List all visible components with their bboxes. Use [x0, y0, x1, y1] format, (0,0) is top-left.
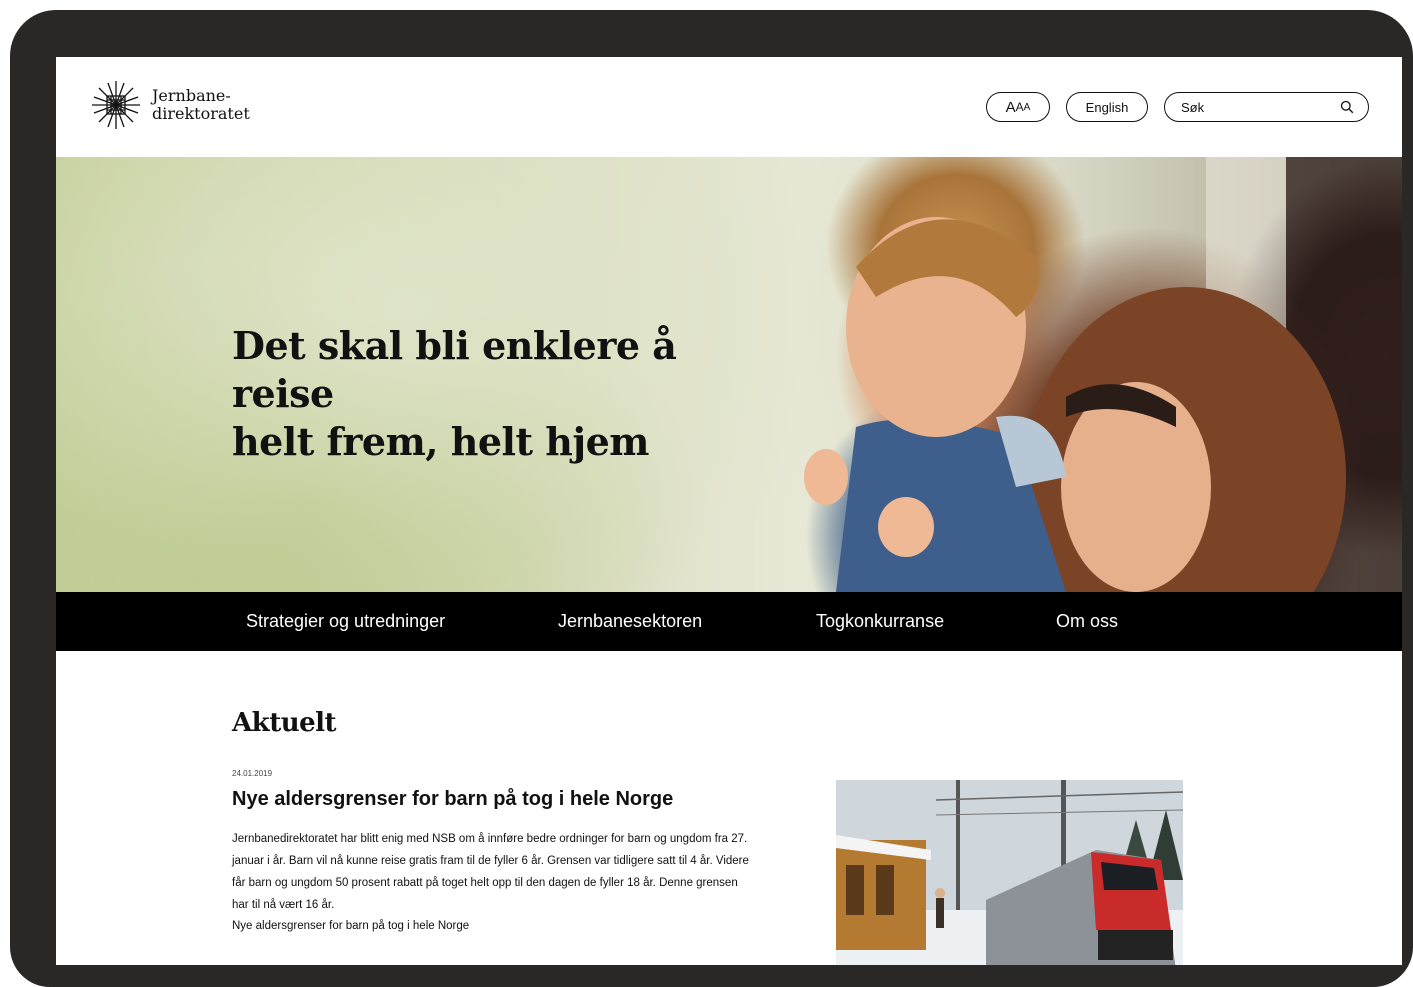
hero-banner: Det skal bli enklere å reise helt frem, …: [56, 157, 1402, 592]
text-size-button[interactable]: AAA: [986, 92, 1050, 122]
language-label: English: [1085, 99, 1129, 115]
news-read-more-link[interactable]: Nye aldersgrenser for barn på tog i hele…: [232, 915, 469, 937]
language-button[interactable]: English: [1066, 92, 1148, 122]
nav-item-togkonkurranse[interactable]: Togkonkurranse: [816, 592, 944, 651]
search-input[interactable]: Søk: [1181, 100, 1204, 115]
train-station-photo: [836, 780, 1183, 965]
text-size-large-a: A: [1005, 98, 1016, 116]
news-body: Jernbanedirektoratet har blitt enig med …: [232, 833, 749, 911]
site-logo[interactable]: Jernbane- direktoratet: [90, 79, 250, 131]
logo-wordmark: Jernbane- direktoratet: [152, 87, 250, 123]
text-size-small-a: A: [1023, 101, 1031, 113]
main-navigation: Strategier og utredninger Jernbanesektor…: [56, 592, 1402, 651]
text-size-mid-a: A: [1015, 100, 1024, 114]
hero-title-line-1: Det skal bli enklere å reise: [232, 323, 677, 416]
search-icon[interactable]: [1340, 100, 1354, 114]
logo-line-1: Jernbane-: [152, 86, 231, 105]
news-headline[interactable]: Nye aldersgrenser for barn på tog i hele…: [232, 788, 673, 811]
news-date: 24.01.2019: [232, 769, 273, 778]
search-field[interactable]: Søk: [1164, 92, 1369, 122]
logo-line-2: direktoratet: [152, 104, 250, 123]
section-title-aktuelt: Aktuelt: [232, 708, 337, 738]
nav-item-jernbanesektoren[interactable]: Jernbanesektoren: [558, 592, 702, 651]
nav-item-om-oss[interactable]: Om oss: [1056, 592, 1118, 651]
device-frame: Jernbane- direktoratet AAA English Søk D…: [10, 10, 1413, 987]
hero-title-line-2: helt frem, helt hjem: [232, 419, 650, 464]
site-header: Jernbane- direktoratet AAA English Søk: [56, 57, 1402, 157]
star-logo-icon: [92, 81, 140, 129]
news-image-train-station[interactable]: [836, 780, 1183, 965]
nav-item-strategier[interactable]: Strategier og utredninger: [246, 592, 445, 651]
hero-title: Det skal bli enklere å reise helt frem, …: [232, 322, 752, 466]
browser-viewport: Jernbane- direktoratet AAA English Søk D…: [56, 57, 1402, 965]
